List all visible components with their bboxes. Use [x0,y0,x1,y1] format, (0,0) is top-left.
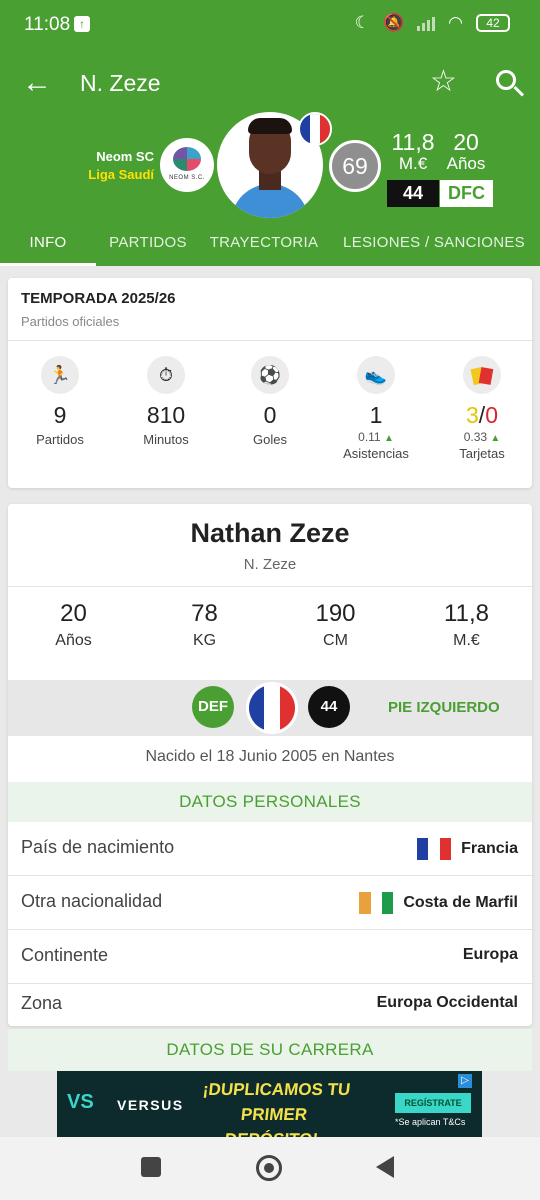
page-title: N. Zeze [80,70,161,96]
preferred-foot: PIE IZQUIERDO [388,699,500,716]
ivory-coast-flag-icon [359,892,394,914]
search-icon[interactable] [494,66,525,100]
stat-partidos: 🏃 9 Partidos [10,356,110,447]
moon-icon: ☾ [354,13,370,32]
versus-logo: VS [67,1091,94,1113]
player-full-name: Nathan Zeze [190,518,350,548]
position-def-badge: DEF [192,686,234,728]
home-icon[interactable] [256,1155,282,1181]
cards-icon [463,356,501,394]
age-unit: Años [446,154,486,173]
mute-bell-icon: 🔕 [382,13,405,32]
france-flag-icon [298,112,332,146]
boot-icon: 👟 [357,356,395,394]
wifi-icon: ◠ [448,13,463,32]
position-strip: DEF 44 PIE IZQUIERDO [8,680,532,736]
stat-minutos: ⏱ 810 Minutos [116,356,216,447]
player-short-name: N. Zeze [243,556,297,573]
favorite-star-icon[interactable]: ☆ [430,64,457,99]
player-header: 11:08 ↑ ☾ 🔕 ◠ 42 ← N. Zeze ☆ Neom SC Lig… [0,0,540,266]
row-continent: Continente Europa [8,930,532,984]
stat-goles: ⚽ 0 Goles [220,356,320,447]
birth-info: Nacido el 18 Junio 2005 en Nantes [145,748,395,765]
signal-icon [417,15,436,31]
season-title: TEMPORADA 2025/26 [21,290,176,307]
personal-data-heading: DATOS PERSONALES [8,782,532,822]
stat-tarjetas: 3/0 0.33 ▲ Tarjetas [432,356,532,461]
market-value: 11,8 [391,129,435,155]
stat-asistencias: 👟 1 0.11 ▲ Asistencias [326,356,426,461]
age-value: 20 [453,129,479,155]
ad-banner[interactable]: VS VERSUS ¡DUPLICAMOS TU PRIMER DEPÓSITO… [57,1071,482,1137]
tab-lesiones[interactable]: LESIONES / SANCIONES [328,222,540,266]
status-bar: 11:08 ↑ ☾ 🔕 ◠ 42 [0,0,540,52]
upload-icon: ↑ [74,16,90,32]
shirt-number: 44 [387,180,439,207]
club-name: Neom SC [96,149,154,164]
league-name: Liga Saudí [88,167,154,182]
up-triangle-icon: ▲ [490,433,501,444]
number-badge: 44 [308,686,350,728]
france-flag-icon [246,682,298,734]
france-flag-icon [417,838,452,860]
back-arrow-icon[interactable]: ← [22,66,52,100]
profile-card: Nathan Zeze N. Zeze 20 Años 78 KG 190 CM 11… [8,504,532,1026]
recent-apps-icon[interactable] [141,1157,161,1177]
battery-icon: 42 [476,14,510,32]
nav-back-icon[interactable] [376,1156,394,1178]
season-card[interactable]: TEMPORADA 2025/26 Partidos oficiales 🏃 9… [8,278,532,488]
club-info[interactable]: Neom SC Liga Saudí [60,148,154,184]
club-logo-text: NEOM S.C. [169,175,205,181]
system-nav-bar [0,1137,540,1200]
row-other-nationality: Otra nacionalidad Costa de Marfil [8,876,532,930]
bio-weight: 78 KG [191,600,218,649]
position-badge: DFC [440,180,493,207]
ad-info-icon[interactable]: ▷ [458,1074,472,1088]
status-time: 11:08 [24,14,71,35]
tab-trayectoria[interactable]: TRAYECTORIA [200,222,328,266]
row-birth-country: País de nacimiento Francia [8,822,532,876]
up-triangle-icon: ▲ [383,433,394,444]
tab-info[interactable]: INFO [0,222,96,266]
tab-bar: INFO PARTIDOS TRAYECTORIA LESIONES / SAN… [0,222,540,266]
stopwatch-icon: ⏱ [147,356,185,394]
tab-partidos[interactable]: PARTIDOS [96,222,200,266]
running-player-icon: 🏃 [41,356,79,394]
market-value-unit: M.€ [398,154,428,173]
ball-icon: ⚽ [251,356,289,394]
row-zone: Zona Europa Occidental [21,993,518,1013]
season-subtitle: Partidos oficiales [21,314,120,329]
bio-age: 20 Años [55,600,92,649]
ad-register-button[interactable]: REGÍSTRATE [395,1093,471,1113]
club-logo[interactable]: NEOM S.C. [160,138,214,192]
bio-value: 11,8 M.€ [444,600,489,649]
bio-height: 190 CM [315,600,356,649]
career-data-heading: DATOS DE SU CARRERA [8,1029,532,1071]
rating-badge: 69 [329,140,381,192]
